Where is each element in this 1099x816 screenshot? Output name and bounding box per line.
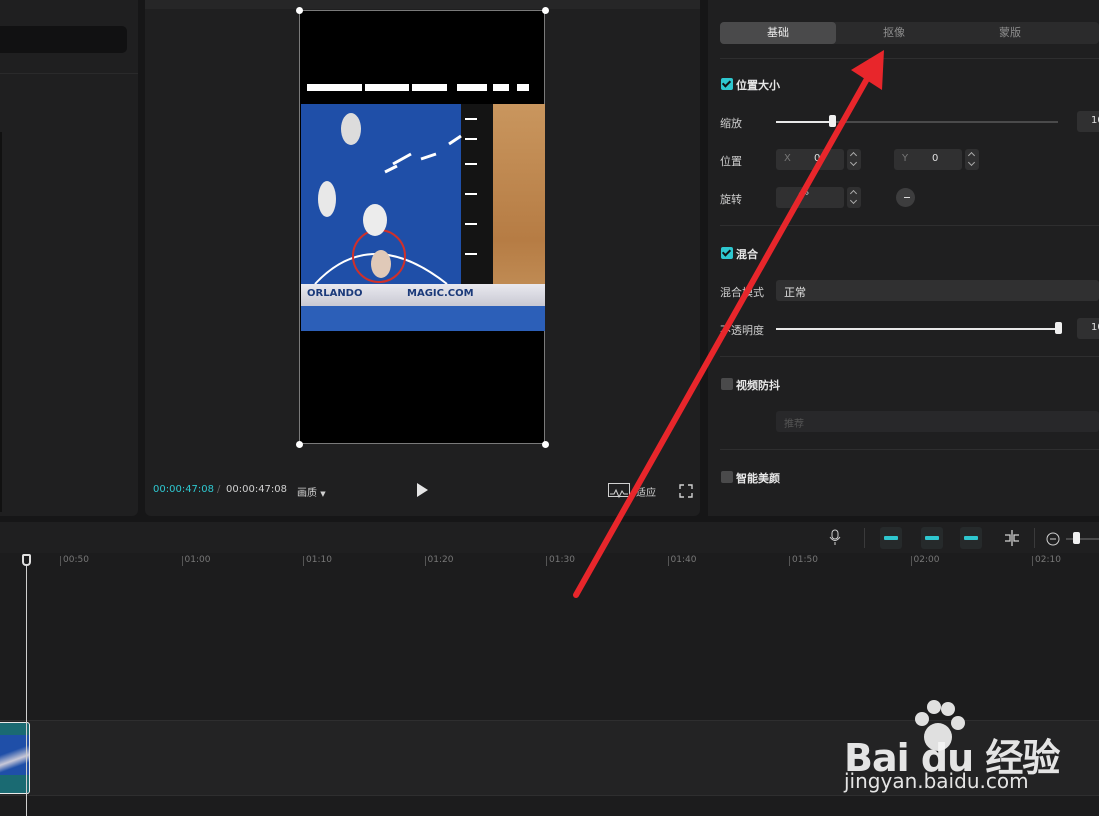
media-search-input[interactable] [0,26,127,53]
media-divider [0,73,138,74]
subtitle-text-strip [307,84,532,94]
scale-slider-fill [776,121,832,123]
tick-label: 01:30 [549,555,575,565]
tick-mark [181,556,183,566]
position-label: 位置 [720,155,742,168]
player-header [145,0,700,9]
blend-mode-select[interactable]: 正常 [776,280,1099,301]
tab-mask[interactable]: 蒙版 [952,22,1068,44]
media-scrollbar[interactable] [0,132,2,512]
position-size-title: 位置大小 [736,79,780,92]
zoom-slider-track[interactable] [1066,538,1099,540]
clip-thumbnail [0,735,29,775]
opacity-slider-thumb[interactable] [1055,322,1062,334]
rotate-input[interactable]: 0° [776,187,844,208]
stabilize-level-select[interactable]: 推荐 [776,411,1099,432]
playhead-handle[interactable] [22,554,31,566]
current-time: 00:00:47:08 [153,484,215,495]
tick-mark [303,556,304,566]
main-track-magnet-icon[interactable] [880,527,902,549]
quality-dropdown[interactable]: 画质 ▼ [297,484,326,499]
beauty-checkbox[interactable] [721,471,733,483]
tick-label: 01:10 [306,555,332,565]
divider [720,356,1099,357]
opacity-slider-fill [776,328,1058,330]
divider [720,58,1099,59]
scale-slider-thumb[interactable] [829,115,836,127]
blend-checkbox[interactable] [721,247,733,259]
tick-mark [910,556,912,566]
fit-ratio-button[interactable]: 适应 [608,482,662,499]
tick-mark [667,556,669,566]
tick-label: 01:40 [670,555,697,565]
tick-mark [789,556,790,566]
microphone-icon[interactable] [829,529,841,550]
video-frame: ORLANDO MAGIC.COM [301,104,545,331]
position-y-input[interactable]: Y0 [894,149,962,170]
resize-handle-top-right[interactable] [542,7,549,14]
board-text-left: ORLANDO [307,288,363,299]
board-text-right: MAGIC.COM [407,288,474,299]
scale-label: 缩放 [720,117,742,130]
tick-label: 02:00 [913,555,940,565]
chevron-down-icon: ▼ [320,490,326,498]
resize-handle-top-left[interactable] [296,7,303,14]
tick-label: 00:50 [63,555,89,565]
tab-basic[interactable]: 基础 [720,22,836,44]
opacity-input[interactable]: 10 [1077,318,1099,339]
tick-mark [60,556,61,566]
position-y-stepper[interactable] [965,149,979,170]
fit-label: 适应 [636,488,656,499]
position-size-checkbox[interactable] [721,78,733,90]
play-icon[interactable] [417,483,428,497]
tick-label: 01:00 [184,555,211,565]
total-duration: 00:00:47:08 [226,484,288,495]
tab-cutout[interactable]: 抠像 [836,22,952,44]
stabilize-checkbox[interactable] [721,378,733,390]
baidu-watermark: Bai du 经验 jingyan.baidu.com [842,697,1072,797]
tick-label: 01:20 [427,555,454,565]
tick-label: 01:50 [792,555,818,565]
auto-snap-icon[interactable] [921,527,943,549]
rotate-label: 旋转 [720,193,742,206]
linkage-icon[interactable] [960,527,982,549]
rotate-dial-icon[interactable] [896,188,915,207]
stabilize-title: 视频防抖 [736,379,780,392]
inspector-tabs: 基础 抠像 蒙版 [720,22,1099,44]
blend-mode-label: 混合模式 [720,286,764,299]
floor-strip [301,306,545,331]
split-preview-icon[interactable] [1002,530,1022,550]
time-separator: / [217,484,221,495]
tick-mark [424,556,426,566]
zoom-out-icon[interactable] [1046,531,1060,550]
position-x-stepper[interactable] [847,149,861,170]
rotate-stepper[interactable] [847,187,861,208]
divider [720,225,1099,226]
tick-label: 02:10 [1035,555,1061,565]
tick-mark [1032,556,1033,566]
opacity-label: 不透明度 [720,324,764,337]
blend-title: 混合 [736,248,758,261]
toolbar-divider [1034,528,1035,548]
fullscreen-icon[interactable] [679,483,693,498]
resize-handle-bottom-right[interactable] [542,441,549,448]
position-x-input[interactable]: X0 [776,149,844,170]
quality-label: 画质 [297,488,317,499]
zoom-slider-thumb[interactable] [1073,532,1080,544]
media-panel [0,0,138,516]
beauty-title: 智能美颜 [736,472,780,485]
watermark-url: jingyan.baidu.com [844,769,1029,793]
scale-input[interactable]: 10 [1077,111,1099,132]
playhead-line[interactable] [26,562,27,816]
toolbar-divider [864,528,865,548]
tick-mark [546,556,547,566]
waveform-icon [608,483,630,499]
resize-handle-bottom-left[interactable] [296,441,303,448]
divider [720,449,1099,450]
